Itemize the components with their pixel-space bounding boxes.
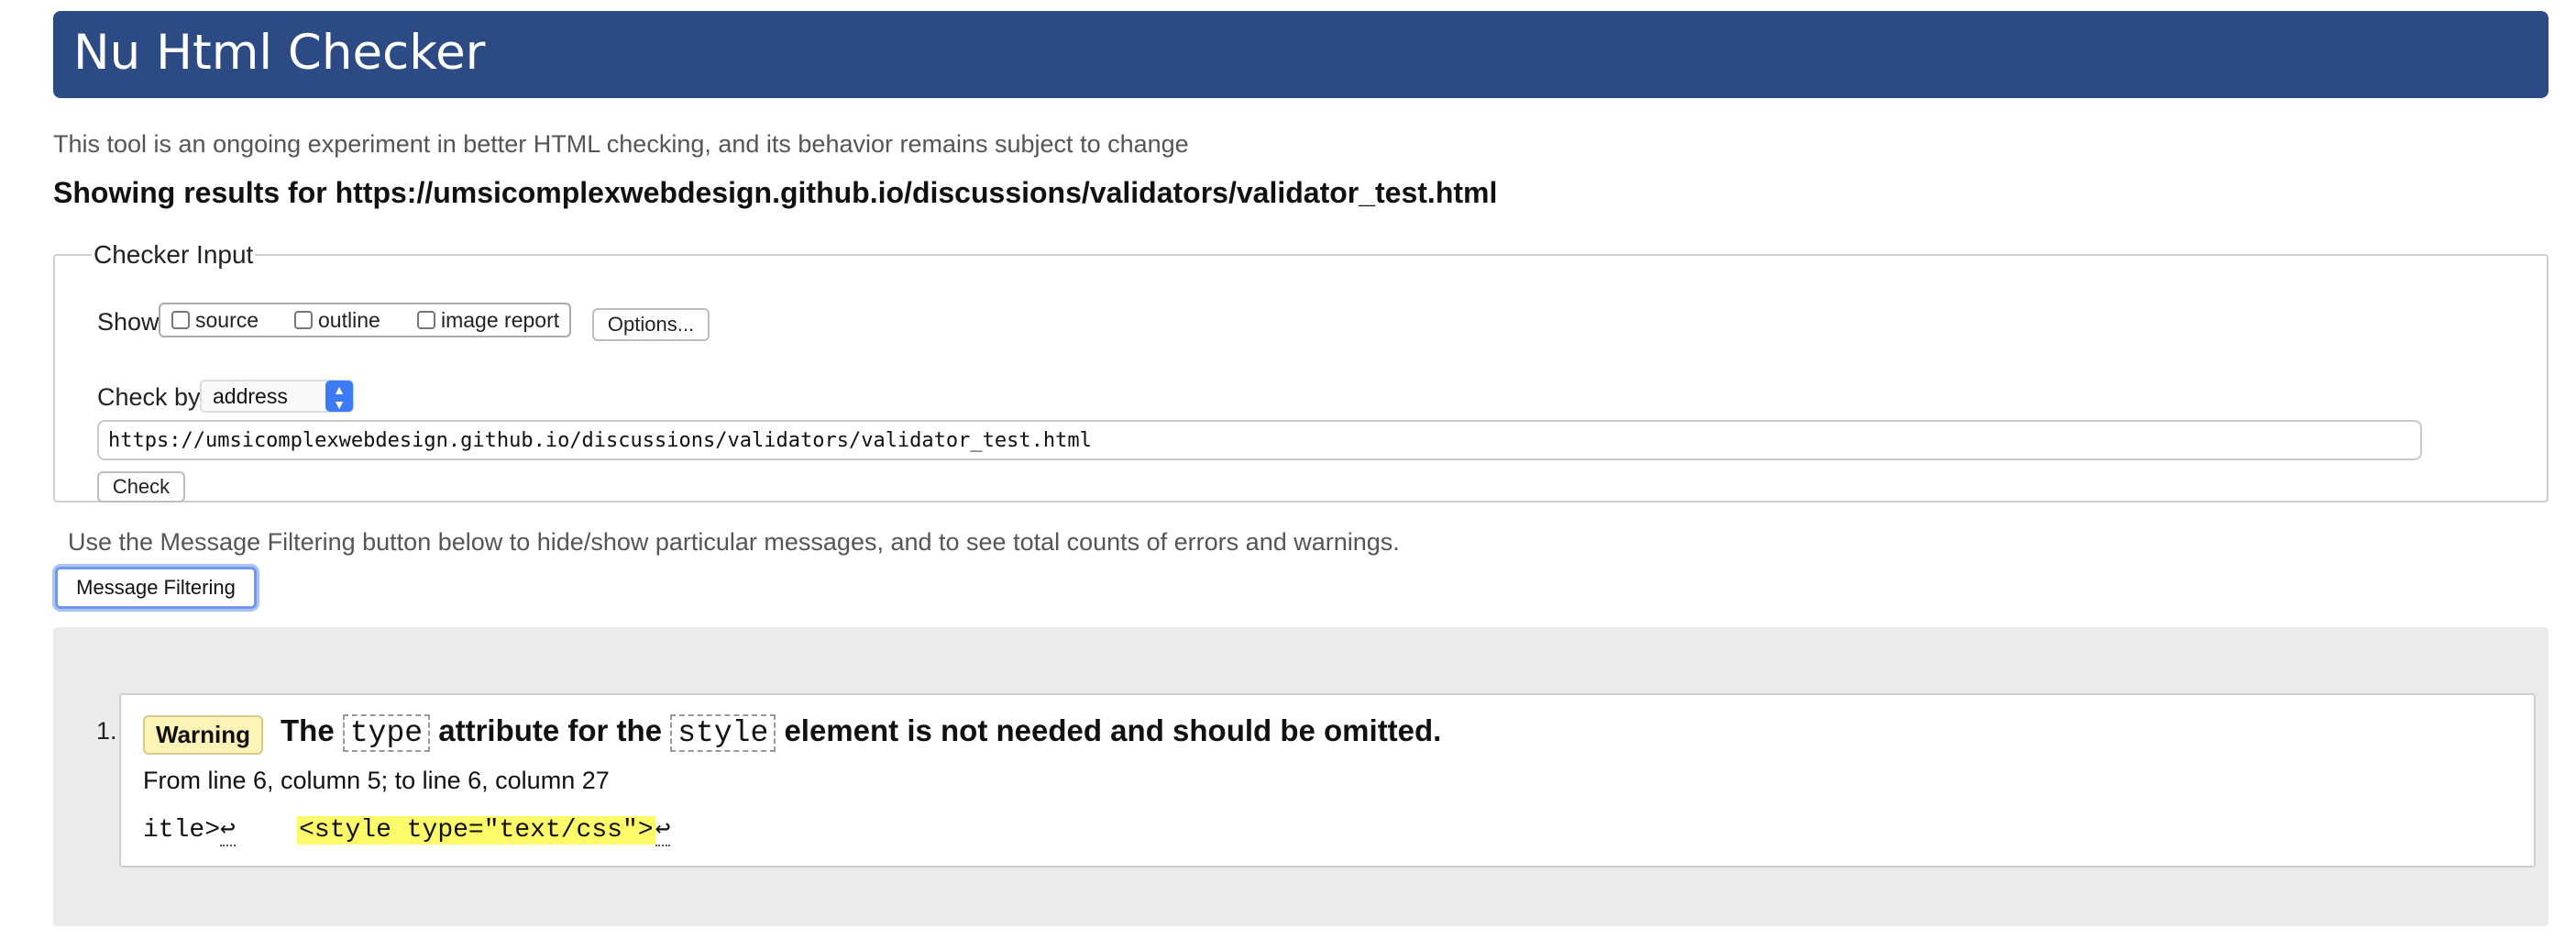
code-extract: itle>↩ <style type="text/css">↩ [143,812,671,846]
image-report-checkbox-label[interactable]: image report [441,308,559,333]
message-location[interactable]: From line 6, column 5; to line 6, column… [143,767,610,795]
extract-before: itle> [143,816,221,845]
show-label: Show [97,308,160,336]
source-checkbox-label[interactable]: source [195,308,259,333]
outline-checkbox-label[interactable]: outline [318,308,380,333]
url-input[interactable] [97,420,2422,460]
results-panel: 1. Warning The type attribute for the st… [53,627,2548,926]
return-icon: ↩ [220,816,236,846]
check-by-select[interactable]: address ▲ ▼ [200,380,354,413]
message-text-part: The [281,713,335,747]
filter-note: Use the Message Filtering button below t… [68,528,1400,556]
check-by-value: address [213,384,288,408]
message-number: 1. [96,717,117,745]
chevron-up-down-icon: ▲ ▼ [325,381,353,412]
message-item: Warning The type attribute for the style… [119,693,2536,867]
page-title: Nu Html Checker [73,25,486,81]
message-text: The type attribute for the style element… [281,713,1441,752]
message-filtering-button[interactable]: Message Filtering [55,567,257,609]
message-text-part: attribute for the [438,713,663,747]
source-checkbox[interactable] [171,311,190,329]
results-heading: Showing results for https://umsicomplexw… [53,176,1498,209]
app-header: Nu Html Checker [53,11,2548,98]
outline-checkbox[interactable] [294,311,313,329]
check-button[interactable]: Check [97,471,185,503]
image-report-checkbox[interactable] [417,311,435,329]
warning-badge: Warning [143,715,264,755]
extract-highlight: <style type="text/css"> [297,816,655,845]
code-chip-type: type [342,714,431,752]
checker-input-legend: Checker Input [94,240,254,269]
check-by-label: Check by [97,383,201,411]
message-text-part: element is not needed and should be omit… [784,713,1442,747]
extract-gap [236,816,297,845]
return-icon: ↩ [655,816,671,846]
code-chip-style: style [670,714,776,752]
options-button[interactable]: Options... [592,308,710,341]
tagline: This tool is an ongoing experiment in be… [53,130,1189,158]
checker-input-fieldset: Checker Input Show source outline image … [53,240,2548,503]
show-options-group: source outline image report [159,303,571,337]
